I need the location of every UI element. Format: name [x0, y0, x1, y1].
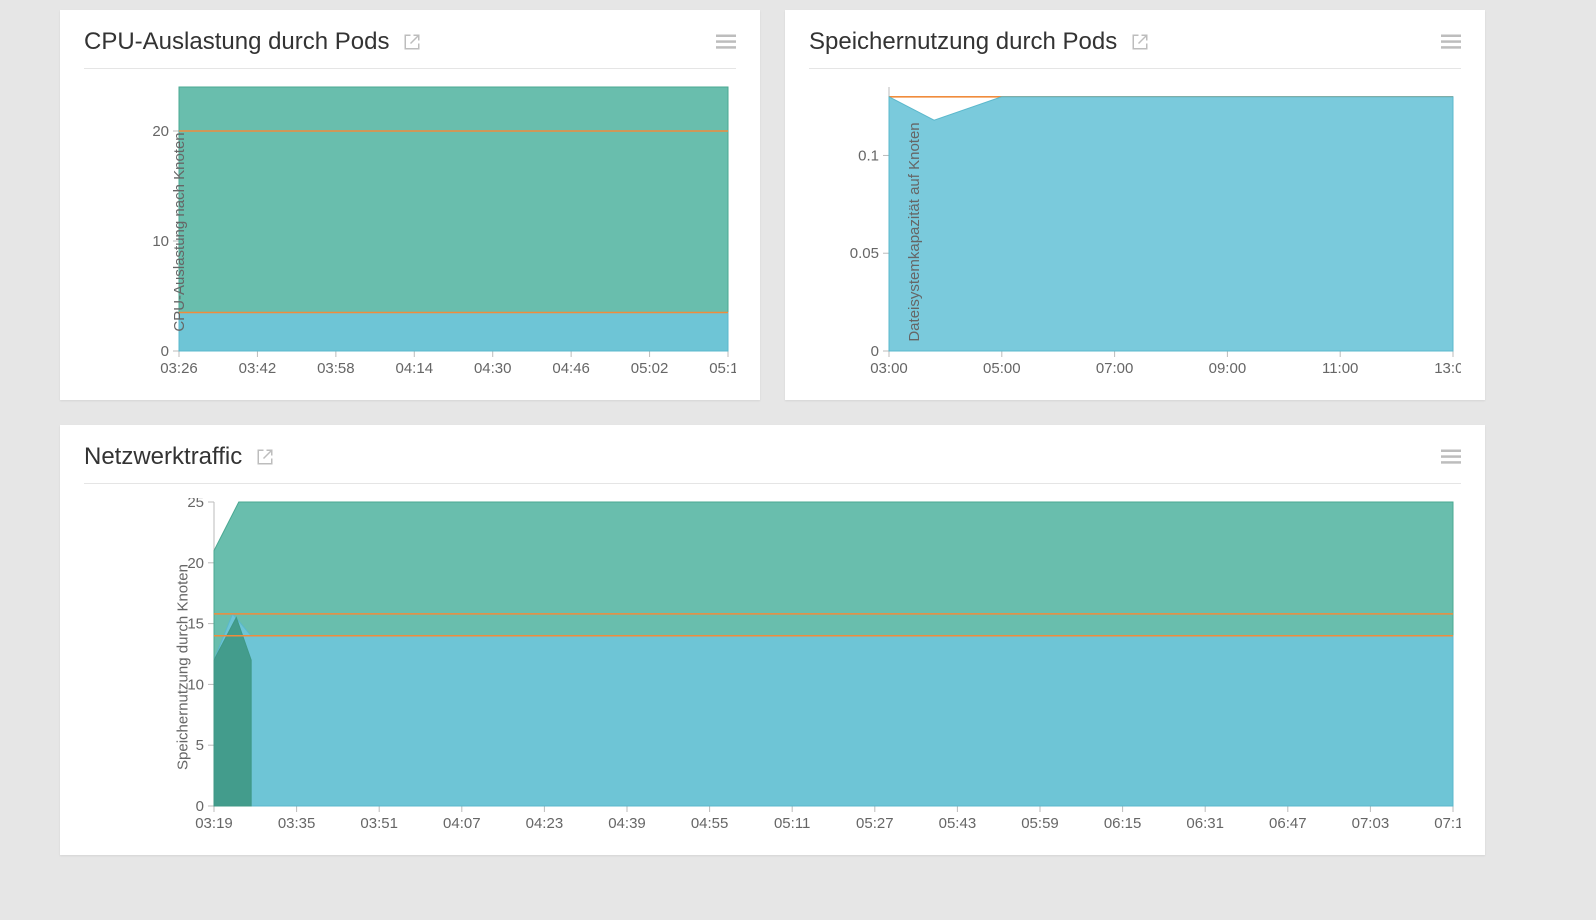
svg-text:09:00: 09:00 [1209, 360, 1247, 377]
svg-text:04:39: 04:39 [608, 815, 646, 832]
svg-text:05:27: 05:27 [856, 815, 894, 832]
svg-text:07:00: 07:00 [1096, 360, 1134, 377]
svg-text:11:00: 11:00 [1322, 360, 1358, 377]
chart-net: Speichernutzung durch Knoten 05101520250… [84, 498, 1461, 836]
panel-title: Netzwerktraffic [84, 443, 242, 471]
panel-cpu: CPU-Auslastung durch Pods CPU-Auslastung… [60, 10, 760, 400]
svg-text:07:03: 07:03 [1352, 815, 1390, 832]
svg-text:04:14: 04:14 [396, 360, 434, 377]
svg-text:0: 0 [196, 798, 204, 815]
svg-text:25: 25 [187, 498, 204, 511]
svg-text:05:02: 05:02 [631, 360, 669, 377]
svg-text:05:43: 05:43 [939, 815, 977, 832]
svg-text:05:18: 05:18 [709, 360, 736, 377]
svg-text:5: 5 [196, 737, 204, 754]
svg-text:04:07: 04:07 [443, 815, 481, 832]
svg-text:03:35: 03:35 [278, 815, 316, 832]
svg-text:20: 20 [152, 123, 169, 140]
hamburger-icon[interactable] [716, 33, 736, 51]
hamburger-icon[interactable] [1441, 448, 1461, 466]
svg-text:06:47: 06:47 [1269, 815, 1307, 832]
panel-title: CPU-Auslastung durch Pods [84, 28, 389, 56]
panel-title: Speichernutzung durch Pods [809, 28, 1117, 56]
svg-text:0: 0 [871, 343, 879, 360]
svg-text:03:19: 03:19 [195, 815, 233, 832]
panel-header: Speichernutzung durch Pods [809, 28, 1461, 69]
svg-text:04:55: 04:55 [691, 815, 729, 832]
external-link-icon[interactable] [256, 448, 274, 466]
svg-text:13:00: 13:00 [1434, 360, 1461, 377]
svg-text:05:00: 05:00 [983, 360, 1021, 377]
svg-text:03:00: 03:00 [870, 360, 908, 377]
svg-text:03:51: 03:51 [360, 815, 398, 832]
panel-header: Netzwerktraffic [84, 443, 1461, 484]
svg-text:05:11: 05:11 [774, 815, 810, 832]
svg-text:10: 10 [152, 233, 169, 250]
svg-text:04:23: 04:23 [526, 815, 564, 832]
y-axis-label: Dateisystemkapazität auf Knoten [906, 122, 923, 341]
svg-text:04:30: 04:30 [474, 360, 512, 377]
external-link-icon[interactable] [1131, 33, 1149, 51]
svg-text:06:15: 06:15 [1104, 815, 1142, 832]
y-axis-label: Speichernutzung durch Knoten [174, 564, 191, 770]
svg-text:06:31: 06:31 [1186, 815, 1224, 832]
panel-net: Netzwerktraffic Speichernutzung durch Kn… [60, 425, 1485, 855]
chart-mem: Dateisystemkapazität auf Knoten 0 0.05 0.1… [809, 83, 1461, 381]
chart-cpu: CPU-Auslastung nach Knoten 0 10 20 03:26 03:… [84, 83, 736, 381]
svg-text:0: 0 [161, 343, 169, 360]
svg-text:04:46: 04:46 [552, 360, 590, 377]
y-axis-label: CPU-Auslastung nach Knoten [171, 132, 188, 331]
panel-mem: Speichernutzung durch Pods Dateisystemka… [785, 10, 1485, 400]
svg-text:0.1: 0.1 [858, 147, 879, 164]
hamburger-icon[interactable] [1441, 33, 1461, 51]
svg-text:03:42: 03:42 [239, 360, 277, 377]
svg-text:07:19: 07:19 [1434, 815, 1461, 832]
panel-header: CPU-Auslastung durch Pods [84, 28, 736, 69]
svg-text:03:58: 03:58 [317, 360, 355, 377]
external-link-icon[interactable] [403, 33, 421, 51]
svg-text:03:26: 03:26 [160, 360, 198, 377]
svg-text:05:59: 05:59 [1021, 815, 1059, 832]
svg-text:0.05: 0.05 [850, 245, 879, 262]
